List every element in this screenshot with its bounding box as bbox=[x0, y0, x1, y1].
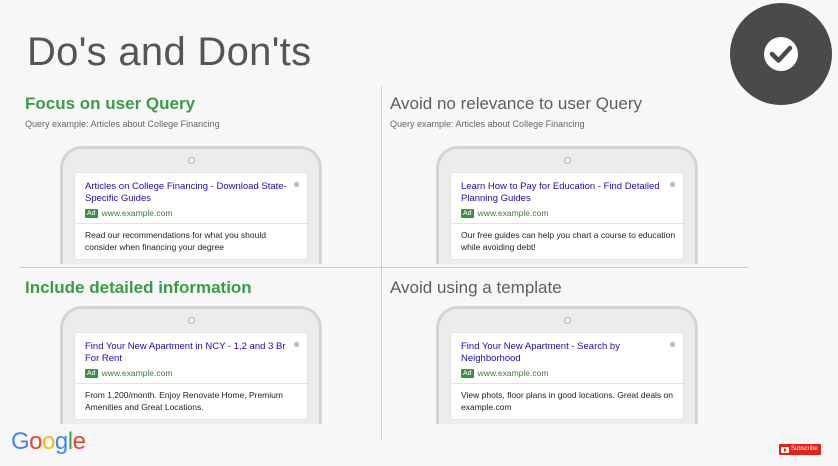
query-example: Query example: Articles about College Fi… bbox=[25, 119, 220, 129]
logo-letter: g bbox=[54, 428, 68, 455]
info-icon[interactable] bbox=[670, 342, 675, 347]
ad-url: www.example.com bbox=[101, 368, 173, 378]
phone-speaker bbox=[188, 157, 195, 164]
subscribe-label: Subscribe bbox=[791, 446, 818, 452]
query-example: Query example: Articles about College Fi… bbox=[390, 119, 585, 129]
quadrant-focus-on-query: Focus on user Query Query example: Artic… bbox=[25, 94, 220, 129]
ad-description: Read our recommendations for what you sh… bbox=[85, 230, 266, 252]
ad-title-link[interactable]: Find Your New Apartment in NCY - 1,2 and… bbox=[85, 341, 290, 365]
ad-url: www.example.com bbox=[477, 368, 549, 378]
logo-letter: o bbox=[29, 428, 43, 455]
quadrant-heading: Avoid using a template bbox=[390, 278, 562, 297]
ad-url-row: Ad www.example.com bbox=[85, 368, 172, 378]
ad-badge: Ad bbox=[461, 368, 474, 378]
phone-speaker bbox=[564, 157, 571, 164]
ad-title-link[interactable]: Learn How to Pay for Education - Find De… bbox=[461, 181, 666, 205]
ad-url-row: Ad www.example.com bbox=[461, 368, 548, 378]
ad-title-link[interactable]: Find Your New Apartment - Search by Neig… bbox=[461, 341, 666, 365]
ad-card[interactable]: Find Your New Apartment - Search by Neig… bbox=[451, 333, 683, 419]
ad-card[interactable]: Articles on College Financing - Download… bbox=[75, 173, 307, 259]
quadrant-avoid-no-relevance: Avoid no relevance to user Query Query e… bbox=[390, 94, 642, 129]
ad-url-row: Ad www.example.com bbox=[461, 208, 548, 218]
phone-mockup: Find Your New Apartment in NCY - 1,2 and… bbox=[60, 306, 322, 424]
google-logo: Google bbox=[11, 428, 86, 456]
ad-card[interactable]: Find Your New Apartment in NCY - 1,2 and… bbox=[75, 333, 307, 419]
info-icon[interactable] bbox=[670, 182, 675, 187]
phone-speaker bbox=[564, 317, 571, 324]
logo-letter: o bbox=[42, 428, 55, 455]
ad-url-row: Ad www.example.com bbox=[85, 208, 172, 218]
quadrant-heading: Avoid no relevance to user Query bbox=[390, 94, 642, 113]
ad-url: www.example.com bbox=[101, 208, 173, 218]
check-badge bbox=[730, 3, 832, 105]
ad-badge: Ad bbox=[85, 208, 98, 218]
vertical-divider bbox=[381, 86, 382, 440]
ad-description: Our free guides can help you chart a cou… bbox=[461, 230, 676, 252]
ad-title-link[interactable]: Articles on College Financing - Download… bbox=[85, 181, 290, 205]
slide-title: Do's and Don'ts bbox=[27, 30, 312, 74]
info-icon[interactable] bbox=[294, 342, 299, 347]
logo-letter: e bbox=[72, 428, 86, 455]
ad-description: View phots, floor plans in good location… bbox=[461, 390, 674, 412]
logo-letter: G bbox=[11, 428, 30, 455]
quadrant-heading: Include detailed information bbox=[25, 278, 252, 297]
quadrant-avoid-template: Avoid using a template bbox=[390, 278, 562, 298]
ad-description: From 1.200/month. Enjoy Renovate Home, P… bbox=[85, 390, 283, 412]
ad-card[interactable]: Learn How to Pay for Education - Find De… bbox=[451, 173, 683, 259]
ad-badge: Ad bbox=[461, 208, 474, 218]
phone-mockup: Articles on College Financing - Download… bbox=[60, 146, 322, 264]
ad-separator bbox=[451, 223, 683, 224]
phone-mockup: Learn How to Pay for Education - Find De… bbox=[436, 146, 698, 264]
ad-separator bbox=[451, 383, 683, 384]
phone-mockup: Find Your New Apartment - Search by Neig… bbox=[436, 306, 698, 424]
youtube-icon bbox=[781, 446, 789, 453]
quadrant-include-details: Include detailed information bbox=[25, 278, 252, 298]
info-icon[interactable] bbox=[294, 182, 299, 187]
horizontal-divider bbox=[20, 267, 748, 268]
ad-badge: Ad bbox=[85, 368, 98, 378]
ad-separator bbox=[75, 223, 307, 224]
checkmark-icon bbox=[764, 37, 798, 71]
ad-separator bbox=[75, 383, 307, 384]
ad-url: www.example.com bbox=[477, 208, 549, 218]
phone-speaker bbox=[188, 317, 195, 324]
subscribe-button[interactable]: Subscribe bbox=[779, 444, 821, 455]
quadrant-heading: Focus on user Query bbox=[25, 94, 196, 113]
